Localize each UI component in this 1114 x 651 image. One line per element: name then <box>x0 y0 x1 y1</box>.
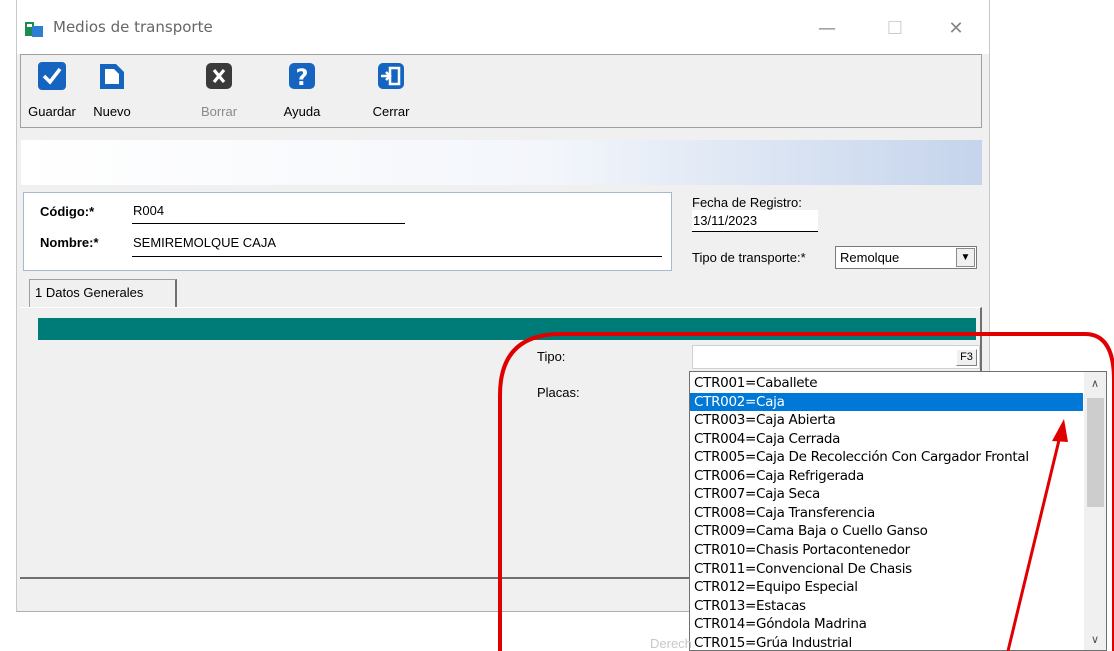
fecha-label: Fecha de Registro: <box>692 195 802 210</box>
dropdown-option[interactable]: CTR015=Grúa Industrial <box>690 634 1083 650</box>
new-label: Nuevo <box>93 104 131 119</box>
help-label: Ayuda <box>283 104 321 119</box>
save-label: Guardar <box>28 104 76 119</box>
maximize-button[interactable]: ☐ <box>872 14 918 44</box>
nombre-label: Nombre:* <box>40 235 99 250</box>
dropdown-option[interactable]: CTR002=Caja <box>690 392 1083 412</box>
dropdown-option[interactable]: CTR010=Chasis Portacontenedor <box>690 541 1083 560</box>
section-header-bar <box>38 318 976 340</box>
window-title: Medios de transporte <box>53 18 213 36</box>
dropdown-option[interactable]: CTR012=Equipo Especial <box>690 578 1083 597</box>
close-form-button[interactable]: Cerrar <box>363 59 419 125</box>
dropdown-option[interactable]: CTR009=Cama Baja o Cuello Ganso <box>690 522 1083 541</box>
nombre-field[interactable]: SEMIREMOLQUE CAJA <box>132 235 662 257</box>
background-text: Derech <box>650 636 692 651</box>
dropdown-option[interactable]: CTR003=Caja Abierta <box>690 411 1083 430</box>
dropdown-option[interactable]: CTR005=Caja De Recolección Con Cargador … <box>690 448 1083 467</box>
exit-door-icon <box>378 63 404 89</box>
delete-button[interactable]: Borrar <box>191 59 247 125</box>
dropdown-option[interactable]: CTR006=Caja Refrigerada <box>690 467 1083 486</box>
scroll-up-icon[interactable]: ∧ <box>1084 374 1106 394</box>
save-button[interactable]: Guardar <box>24 59 80 125</box>
delete-label: Borrar <box>200 104 238 119</box>
dropdown-option[interactable]: CTR001=Caballete <box>690 374 1083 393</box>
delete-x-icon <box>206 63 232 89</box>
f3-lookup-button[interactable]: F3 <box>956 349 977 366</box>
tipo-transporte-select[interactable]: Remolque ▼ <box>835 246 977 269</box>
new-button[interactable]: Nuevo <box>84 59 140 125</box>
app-icon <box>25 22 43 37</box>
identification-box: Código:* R004 Nombre:* SEMIREMOLQUE CAJA <box>23 192 672 271</box>
header-banner <box>21 140 982 185</box>
svg-text:?: ? <box>296 66 309 91</box>
tab-datos-generales[interactable]: 1 Datos Generales <box>29 279 177 307</box>
dropdown-option[interactable]: CTR007=Caja Seca <box>690 485 1083 504</box>
chevron-down-icon[interactable]: ▼ <box>956 248 975 267</box>
tipo-dropdown-list[interactable]: CTR001=Caballete CTR002=Caja CTR003=Caja A… <box>689 371 1107 651</box>
scroll-down-icon[interactable]: ∨ <box>1084 630 1106 650</box>
scroll-thumb[interactable] <box>1087 398 1104 507</box>
dropdown-scrollbar[interactable]: ∧ ∨ <box>1084 372 1106 650</box>
fecha-field[interactable]: 13/11/2023 <box>692 210 818 232</box>
tipo-transporte-value: Remolque <box>840 250 900 265</box>
tipo-label: Tipo: <box>537 349 566 364</box>
title-bar: Medios de transporte — ☐ ✕ <box>17 0 989 54</box>
dropdown-option[interactable]: CTR004=Caja Cerrada <box>690 430 1083 449</box>
dropdown-option[interactable]: CTR008=Caja Transferencia <box>690 504 1083 523</box>
dropdown-option[interactable]: CTR011=Convencional De Chasis <box>690 560 1083 579</box>
tipo-input[interactable]: F3 <box>692 345 980 369</box>
codigo-field[interactable]: R004 <box>132 203 405 224</box>
minimize-button[interactable]: — <box>804 14 850 44</box>
check-icon <box>38 62 66 90</box>
toolbar: Guardar Nuevo Borrar ? Ayuda Cerrar <box>20 54 982 128</box>
help-question-icon: ? <box>289 63 315 91</box>
dropdown-option[interactable]: CTR013=Estacas <box>690 597 1083 616</box>
new-document-icon <box>100 64 124 89</box>
tipo-transporte-label: Tipo de transporte:* <box>692 250 806 265</box>
close-form-label: Cerrar <box>372 104 410 119</box>
placas-label: Placas: <box>537 385 580 400</box>
codigo-label: Código:* <box>40 204 95 219</box>
close-button[interactable]: ✕ <box>933 14 979 44</box>
help-button[interactable]: ? Ayuda <box>274 59 330 125</box>
dropdown-option[interactable]: CTR014=Góndola Madrina <box>690 615 1083 634</box>
